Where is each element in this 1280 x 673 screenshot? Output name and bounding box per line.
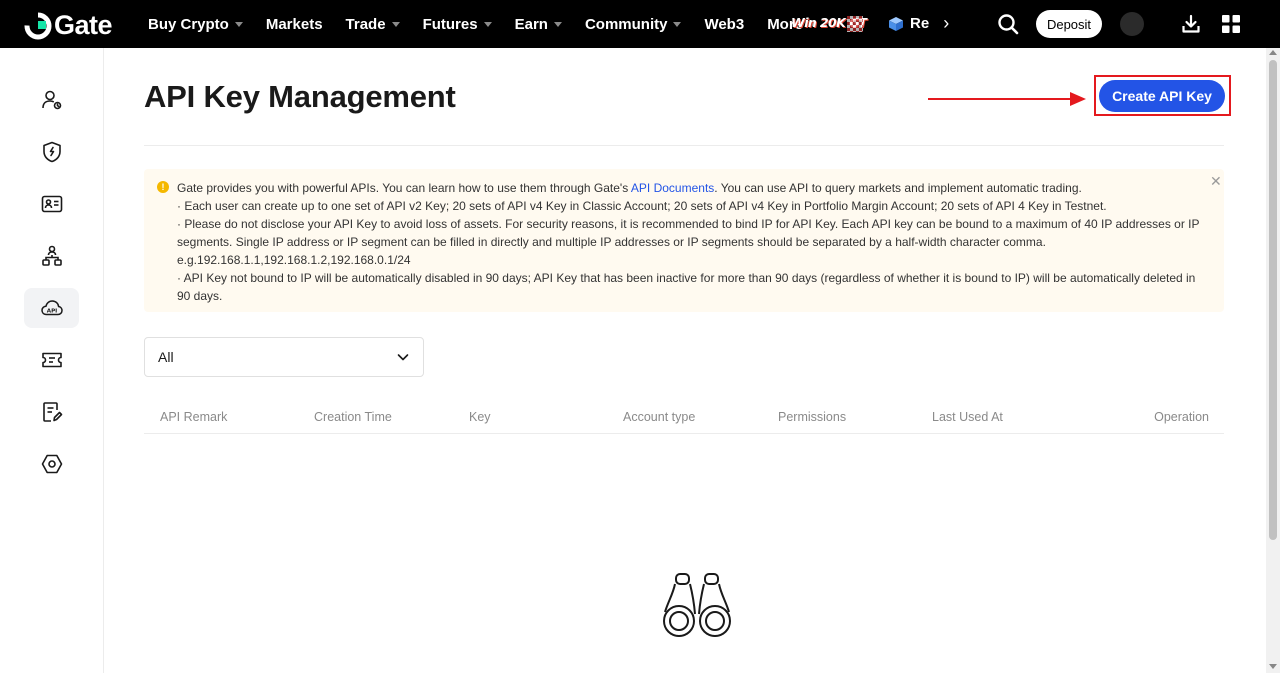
api-cloud-icon: API — [40, 300, 63, 316]
page-scrollbar[interactable] — [1266, 48, 1280, 673]
nav-label: Web3 — [704, 15, 745, 33]
nav-label: Trade — [345, 15, 386, 33]
nav-label: Markets — [265, 15, 323, 33]
nav-web3[interactable]: Web3 — [704, 16, 744, 33]
deposit-button[interactable]: Deposit — [1036, 10, 1102, 38]
binoculars-icon — [663, 573, 731, 637]
nav-label: Earn — [514, 15, 548, 33]
warning-icon: ! — [157, 181, 169, 193]
top-navigation-bar: Gate Buy Crypto Markets Trade Futures Ea… — [0, 0, 1280, 48]
security-shield-icon — [42, 141, 61, 163]
notice-text-part: Gate provides you with powerful APIs. Yo… — [177, 181, 631, 195]
column-header: API Remark — [160, 410, 228, 424]
nav-re-item[interactable]: Re › — [888, 14, 949, 32]
notice-text-part: . You can use API to query markets and i… — [714, 181, 1082, 195]
column-header: Operation — [1154, 410, 1209, 424]
chevron-down-icon — [397, 354, 409, 361]
notice-line: · Please do not disclose your API Key to… — [177, 217, 1200, 249]
sidebar-item-api[interactable]: API — [24, 288, 79, 328]
column-header: Permissions — [778, 410, 847, 424]
column-header: Last Used At — [932, 410, 1003, 424]
search-icon[interactable] — [997, 13, 1019, 35]
nav-label: Futures — [422, 15, 478, 33]
scroll-up-arrow-icon[interactable] — [1269, 50, 1277, 55]
column-header: Account type — [623, 410, 696, 424]
nav-label: Buy Crypto — [148, 15, 229, 33]
sidebar-item-identity[interactable] — [24, 184, 79, 224]
main-menu: Buy Crypto Markets Trade Futures Earn Co… — [148, 0, 840, 48]
sub-account-icon — [41, 245, 62, 266]
promo-banner[interactable]: Win 20K GT — [789, 13, 867, 35]
nav-futures[interactable]: Futures — [423, 16, 492, 33]
header-divider — [144, 145, 1224, 146]
caret-down-icon — [673, 22, 682, 27]
sidebar-item-security[interactable] — [24, 132, 79, 172]
api-table-header: API Remark Creation Time Key Account typ… — [144, 400, 1224, 434]
avatar[interactable] — [1120, 12, 1144, 36]
sidebar-item-profile[interactable] — [24, 80, 79, 120]
create-api-key-button[interactable]: Create API Key — [1099, 80, 1225, 112]
sidebar-item-settings[interactable] — [24, 444, 79, 484]
caret-down-icon — [391, 22, 400, 27]
notice-text: Gate provides you with powerful APIs. Yo… — [177, 179, 1207, 305]
nav-markets[interactable]: Markets — [266, 16, 323, 33]
caret-down-icon — [483, 22, 492, 27]
apps-grid-icon[interactable] — [1222, 15, 1240, 33]
notice-line: · API Key not bound to IP will be automa… — [177, 271, 1196, 303]
api-notice-panel: ! ✕ Gate provides you with powerful APIs… — [144, 169, 1224, 312]
download-icon[interactable] — [1181, 14, 1201, 34]
svg-text:API: API — [46, 308, 57, 314]
scroll-down-arrow-icon[interactable] — [1269, 664, 1277, 669]
gate-logo-icon — [24, 12, 52, 39]
gate-logo[interactable]: Gate — [24, 10, 113, 41]
nav-label: Community — [584, 15, 668, 33]
coupon-icon — [41, 352, 62, 368]
nav-earn[interactable]: Earn — [515, 16, 562, 33]
api-documents-link[interactable]: API Documents — [631, 181, 714, 195]
annotation-arrow — [928, 92, 1086, 106]
select-value: All — [158, 349, 174, 365]
notice-line: Gate provides you with powerful APIs. Yo… — [177, 179, 1207, 197]
sidebar-item-records[interactable] — [24, 392, 79, 432]
checkered-flag-icon — [847, 16, 863, 32]
id-card-icon — [41, 195, 62, 213]
column-header: Creation Time — [314, 410, 392, 424]
cube-icon — [889, 16, 903, 31]
nav-trade[interactable]: Trade — [346, 16, 400, 33]
nav-community[interactable]: Community — [585, 16, 682, 33]
column-header: Key — [469, 410, 491, 424]
sidebar-item-sub-accounts[interactable] — [24, 236, 79, 276]
nav-buy-crypto[interactable]: Buy Crypto — [148, 16, 243, 33]
edit-document-icon — [42, 402, 62, 422]
logo-text: Gate — [54, 10, 113, 40]
account-filter-select[interactable]: All — [144, 337, 424, 377]
page-title: API Key Management — [144, 79, 456, 114]
account-sidebar: API — [0, 48, 104, 673]
notice-line: · Each user can create up to one set of … — [177, 199, 1107, 213]
caret-down-icon — [553, 22, 562, 27]
user-icon — [41, 90, 61, 110]
notice-line: e.g.192.168.1.1,192.168.1.2,192.168.0.1/… — [177, 253, 411, 267]
close-icon[interactable]: ✕ — [1210, 173, 1222, 190]
scrollbar-thumb[interactable] — [1269, 60, 1277, 540]
settings-hexagon-icon — [41, 454, 62, 474]
caret-down-icon — [234, 22, 243, 27]
chevron-right-icon[interactable]: › — [943, 14, 949, 32]
re-label: Re — [910, 15, 930, 32]
sidebar-item-coupons[interactable] — [24, 340, 79, 380]
